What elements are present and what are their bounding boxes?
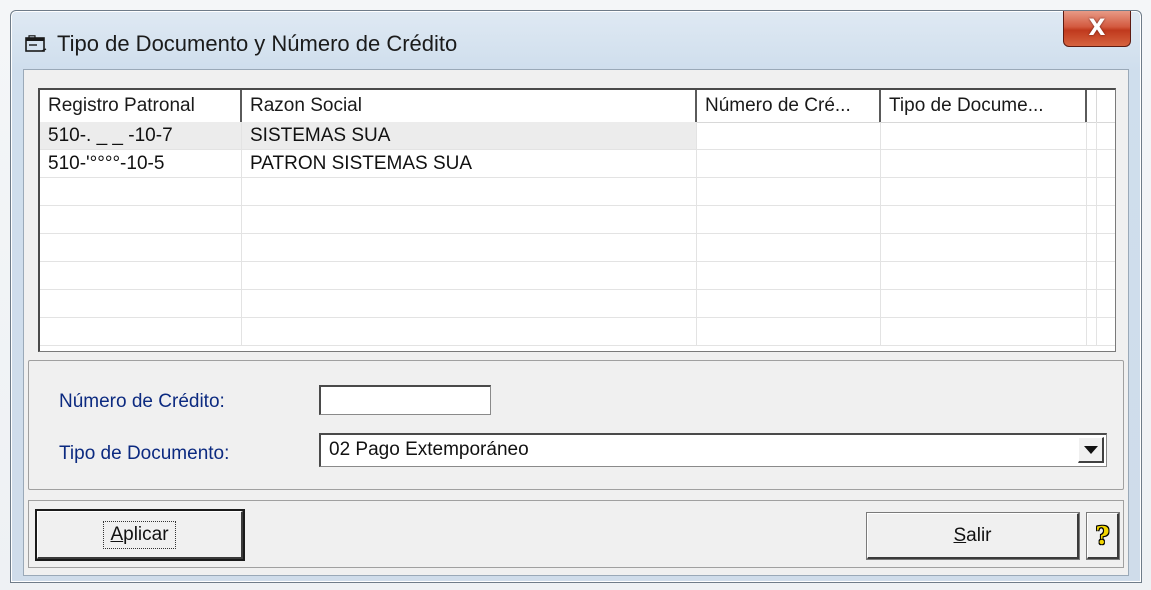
empty-row — [40, 262, 1115, 290]
list-header: Registro Patronal Razon Social Número de… — [40, 90, 1115, 123]
apply-button-label: Aplicar — [103, 520, 176, 549]
tipo-documento-label: Tipo de Documento: — [59, 443, 230, 464]
title-bar[interactable]: Tipo de Documento y Número de Crédito X — [11, 11, 1141, 71]
table-row[interactable]: 510-'°°°°-10-5 PATRON SISTEMAS SUA — [40, 150, 1115, 178]
empty-row — [40, 206, 1115, 234]
button-bar: Aplicar Salir ? — [28, 500, 1124, 568]
dialog-client-area: Registro Patronal Razon Social Número de… — [23, 69, 1129, 576]
numero-credito-label: Número de Crédito: — [59, 391, 225, 412]
window-title: Tipo de Documento y Número de Crédito — [57, 31, 458, 56]
empty-row — [40, 318, 1115, 346]
cell-empty — [1097, 122, 1115, 149]
empty-row — [40, 178, 1115, 206]
exit-button[interactable]: Salir — [866, 512, 1080, 560]
cell-filler — [1087, 122, 1097, 149]
apply-button[interactable]: Aplicar — [35, 509, 245, 561]
cell-empty — [1097, 150, 1115, 177]
column-header-razon[interactable]: Razon Social — [242, 90, 697, 122]
dialog-window: Tipo de Documento y Número de Crédito X … — [10, 10, 1142, 583]
numero-credito-input[interactable] — [319, 385, 491, 415]
empty-row — [40, 290, 1115, 318]
cell-registro: 510-. _ _ -10-7 — [40, 122, 242, 149]
close-button[interactable]: X — [1063, 11, 1131, 47]
help-button[interactable]: ? — [1086, 512, 1120, 560]
column-header-tipo[interactable]: Tipo de Docume... — [881, 90, 1087, 122]
cell-tipo — [881, 122, 1087, 149]
cell-registro: 510-'°°°°-10-5 — [40, 150, 242, 177]
help-icon: ? — [1095, 521, 1110, 550]
table-row[interactable]: 510-. _ _ -10-7 SISTEMAS SUA — [40, 122, 1115, 150]
patron-list[interactable]: Registro Patronal Razon Social Número de… — [38, 88, 1116, 352]
column-header-registro[interactable]: Registro Patronal — [40, 90, 242, 122]
column-header-filler — [1087, 90, 1097, 122]
dropdown-arrow-button[interactable] — [1078, 437, 1104, 463]
tipo-documento-select[interactable]: 02 Pago Extemporáneo — [319, 433, 1107, 467]
list-body: 510-. _ _ -10-7 SISTEMAS SUA 510-'°°°°-1… — [40, 122, 1115, 351]
tipo-documento-value: 02 Pago Extemporáneo — [329, 439, 529, 460]
cell-razon: SISTEMAS SUA — [242, 122, 697, 149]
column-header-empty — [1097, 90, 1115, 122]
column-header-numero[interactable]: Número de Cré... — [697, 90, 881, 122]
cell-numero — [697, 150, 881, 177]
close-icon: X — [1088, 16, 1106, 41]
window-app-icon — [25, 35, 47, 52]
chevron-down-icon — [1083, 445, 1098, 454]
cell-tipo — [881, 150, 1087, 177]
exit-button-label: Salir — [953, 524, 992, 546]
cell-razon: PATRON SISTEMAS SUA — [242, 150, 697, 177]
credit-form-panel: Número de Crédito: Tipo de Documento: 02… — [28, 360, 1124, 490]
cell-numero — [697, 122, 881, 149]
empty-row — [40, 234, 1115, 262]
cell-filler — [1087, 150, 1097, 177]
